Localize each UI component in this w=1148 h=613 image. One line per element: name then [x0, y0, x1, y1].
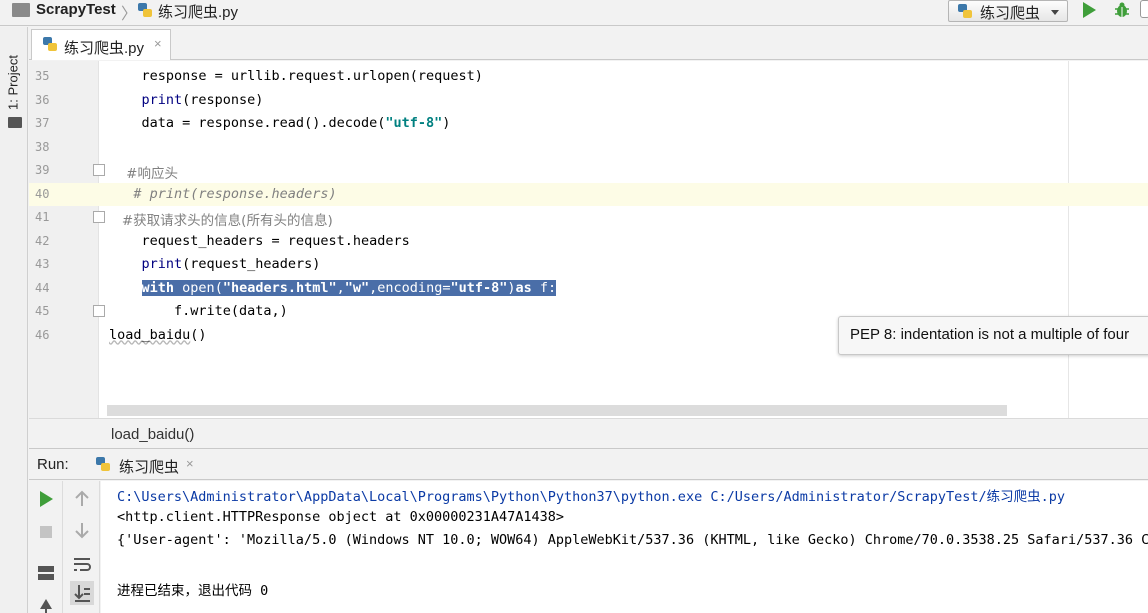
line-number: 35 — [35, 69, 50, 83]
python-file-icon — [43, 37, 57, 51]
run-panel-title: Run: — [37, 456, 69, 473]
soft-wrap-icon[interactable] — [70, 552, 94, 576]
editor-tab-bar: 练习爬虫.py × — [29, 27, 1148, 60]
code-line: 41 #获取请求头的信息(所有头的信息) — [29, 206, 1148, 230]
run-tab-label: 练习爬虫 — [119, 459, 180, 476]
code-line: 37 data = response.read().decode("utf-8"… — [29, 112, 1148, 136]
project-tab-label: 1: Project — [5, 55, 21, 110]
code-line: 36 print(response) — [29, 89, 1148, 113]
tab-run-config[interactable]: 练习爬虫 × — [91, 451, 209, 479]
line-number: 44 — [35, 280, 50, 295]
console-line: {'User-agent': 'Mozilla/5.0 (Windows NT … — [117, 532, 1148, 548]
run-toolbar-primary — [29, 481, 63, 613]
code-text: print(request_headers) — [141, 256, 321, 272]
breadcrumb-function[interactable]: load_baidu() — [111, 426, 194, 443]
run-configuration-select[interactable]: 练习爬虫 — [948, 0, 1068, 22]
code-text: load_baidu() — [109, 326, 207, 343]
navigation-bar: ScrapyTest 〉 练习爬虫.py 练习爬虫 — [0, 0, 1148, 26]
toolbar-overflow[interactable] — [1140, 0, 1148, 18]
line-number: 42 — [35, 233, 50, 248]
run-console[interactable]: C:\Users\Administrator\AppData\Local\Pro… — [101, 481, 1148, 613]
left-tool-strip: 1: Project — [0, 27, 28, 613]
code-editor[interactable]: 35 response = urllib.request.urlopen(req… — [29, 61, 1148, 418]
scroll-to-end-icon[interactable] — [70, 581, 94, 605]
stop-button[interactable] — [34, 520, 58, 544]
close-icon[interactable]: × — [186, 456, 194, 471]
rerun-button[interactable] — [34, 487, 58, 511]
debug-button[interactable] — [1113, 1, 1131, 19]
close-icon[interactable]: × — [154, 36, 162, 51]
fold-marker[interactable] — [93, 305, 105, 317]
line-number: 40 — [35, 186, 50, 201]
code-text: response = urllib.request.urlopen(reques… — [109, 68, 483, 84]
code-comment: # print(response.headers) — [109, 185, 337, 202]
console-line: <http.client.HTTPResponse object at 0x00… — [117, 509, 565, 525]
layout-icon[interactable] — [34, 561, 58, 585]
run-configuration-label: 练习爬虫 — [980, 5, 1041, 22]
arrow-down-icon[interactable] — [70, 518, 94, 542]
code-line: 38 — [29, 136, 1148, 160]
fold-marker[interactable] — [93, 164, 105, 176]
python-icon — [958, 4, 972, 18]
code-line: 39 #响应头 — [29, 159, 1148, 183]
python-file-icon — [138, 3, 152, 17]
tab-file[interactable]: 练习爬虫.py × — [31, 29, 171, 60]
line-number: 41 — [35, 210, 50, 224]
run-button[interactable] — [1083, 2, 1096, 18]
pin-icon[interactable] — [34, 595, 58, 613]
code-text: data = response.read().decode("utf-8") — [109, 115, 451, 131]
console-exit-line: 进程已结束，退出代码 0 — [117, 583, 269, 599]
code-breadcrumb: load_baidu() — [29, 418, 1148, 449]
inspection-tooltip: PEP 8: indentation is not a multiple of … — [838, 316, 1148, 355]
python-icon — [96, 457, 110, 471]
line-number: 37 — [35, 116, 50, 130]
breadcrumb-file[interactable]: 练习爬虫.py — [158, 1, 238, 22]
code-comment: #响应头 — [109, 166, 178, 182]
line-number: 43 — [35, 257, 50, 271]
line-number: 45 — [35, 304, 50, 318]
code-text: f.write(data,) — [109, 303, 288, 319]
console-line: C:\Users\Administrator\AppData\Local\Pro… — [117, 489, 1066, 505]
line-number: 39 — [35, 163, 50, 177]
code-text: with open("headers.html","w",encoding="u… — [141, 279, 557, 296]
project-tool-tab[interactable]: 1: Project — [4, 35, 24, 150]
run-panel-header: Run: 练习爬虫 × — [29, 450, 1148, 480]
code-line: 43 print(request_headers) — [29, 253, 1148, 277]
chevron-down-icon — [1051, 10, 1059, 15]
fold-marker[interactable] — [93, 211, 105, 223]
folder-icon — [12, 3, 30, 17]
code-comment: #获取请求头的信息(所有头的信息) — [109, 213, 333, 229]
code-line-current: 40 # print(response.headers) — [29, 182, 1148, 206]
tab-label: 练习爬虫.py — [64, 40, 145, 57]
code-line: 42 request_headers = request.headers — [29, 230, 1148, 254]
line-number: 38 — [35, 139, 50, 154]
arrow-up-icon[interactable] — [70, 487, 94, 511]
code-line: 35 response = urllib.request.urlopen(req… — [29, 65, 1148, 89]
code-text: request_headers = request.headers — [109, 232, 410, 249]
breadcrumb-project[interactable]: ScrapyTest — [36, 1, 116, 18]
tooltip-text: PEP 8: indentation is not a multiple of … — [850, 326, 1130, 343]
code-text: print(response) — [141, 91, 264, 108]
code-line-selected: 44 with open("headers.html","w",encoding… — [29, 277, 1148, 301]
folder-icon — [8, 117, 22, 128]
horizontal-scrollbar[interactable] — [107, 405, 1007, 416]
chevron-right-icon: 〉 — [121, 6, 138, 23]
run-toolbar-secondary — [64, 481, 100, 613]
line-number: 36 — [35, 92, 50, 107]
line-number: 46 — [35, 327, 50, 342]
